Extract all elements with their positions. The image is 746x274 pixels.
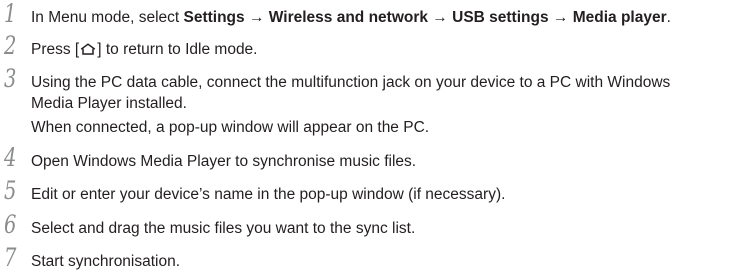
text-segment: In Menu mode, select (31, 9, 184, 26)
step-note: When connected, a pop-up window will app… (31, 119, 430, 136)
step-text: Start synchronisation. (31, 253, 181, 270)
home-icon (80, 40, 96, 55)
step-number: 1 (4, 0, 16, 28)
step-line: Using the PC data cable, connect the mul… (31, 74, 671, 91)
step-number: 3 (4, 64, 16, 93)
step-number: 7 (4, 243, 16, 272)
text-segment: ] to return to Idle mode. (97, 41, 258, 58)
step-line: Media Player installed. (31, 95, 187, 112)
menu-item-usb-settings: USB settings (452, 9, 549, 26)
text-segment: Press [ (31, 41, 80, 58)
step-number: 4 (4, 143, 16, 172)
text-segment: . (666, 9, 671, 26)
step-number: 5 (4, 176, 16, 205)
step-number: 2 (4, 31, 16, 60)
step-text: Press [ ] to return to Idle mode. (31, 39, 743, 60)
arrow-separator: → (548, 9, 573, 26)
arrow-separator: → (244, 9, 269, 26)
step-number: 6 (4, 210, 16, 239)
step-text: Edit or enter your device’s name in the … (31, 186, 506, 203)
menu-item-media-player: Media player (572, 9, 667, 26)
step-text: Open Windows Media Player to synchronise… (31, 153, 417, 170)
step-text: Select and drag the music files you want… (31, 220, 416, 237)
step-text: In Menu mode, select Settings → Wireless… (31, 7, 743, 28)
menu-item-wireless-and-network: Wireless and network (268, 9, 428, 26)
arrow-separator: → (428, 9, 453, 26)
step-text: Using the PC data cable, connect the mul… (31, 72, 743, 138)
menu-item-settings: Settings (183, 9, 245, 26)
